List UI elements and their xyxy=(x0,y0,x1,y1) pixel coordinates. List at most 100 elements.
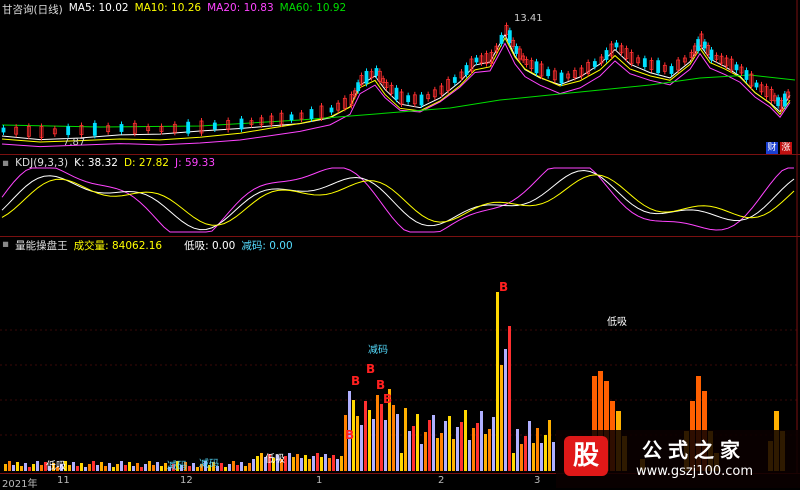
kdj-collapse-icon[interactable]: ▪ xyxy=(2,157,9,169)
dixi-signal-label: 低吸 xyxy=(265,454,285,465)
volume-bar xyxy=(32,464,35,471)
volume-bar xyxy=(296,454,299,471)
volume-bar xyxy=(104,466,107,471)
volume-bar xyxy=(300,458,303,471)
volume-bar xyxy=(476,423,479,471)
volume-bar xyxy=(512,453,515,471)
volume-bar xyxy=(96,465,99,471)
candle-body xyxy=(604,50,609,60)
volume-bar xyxy=(256,456,259,471)
volume-bar xyxy=(364,401,367,471)
volume-bar xyxy=(412,426,415,471)
volume-bar xyxy=(520,444,523,471)
candle-body xyxy=(534,61,539,74)
volume-bar xyxy=(508,326,511,471)
candle-body xyxy=(669,66,674,74)
candle-body xyxy=(559,72,564,84)
volume-bar xyxy=(260,453,263,471)
volume-bar xyxy=(304,455,307,471)
volume-bar xyxy=(188,466,191,471)
candle-body xyxy=(309,109,314,119)
volume-indicator-name[interactable]: 量能操盘王 xyxy=(15,238,68,253)
candle-body xyxy=(212,122,217,130)
candle-body xyxy=(734,64,739,71)
volume-bar xyxy=(408,431,411,471)
candle-body xyxy=(406,95,411,103)
volume-bar xyxy=(128,462,131,471)
volume-panel-header: ▪ 量能操盘王 成交量: 84062.16 低吸: 0.00 减码: 0.00 xyxy=(2,238,293,253)
candle-body xyxy=(464,65,469,75)
candle-body xyxy=(394,87,399,100)
high-price-label: 13.41 xyxy=(514,13,543,24)
volume-bar xyxy=(124,465,127,471)
candle-body xyxy=(364,70,369,84)
buy-signal-label: B xyxy=(383,392,393,406)
candle-body xyxy=(1,127,6,133)
volume-bar xyxy=(72,462,75,471)
volume-bar xyxy=(292,457,295,471)
volume-bar xyxy=(484,434,487,471)
volume-bar xyxy=(144,464,147,471)
volume-bar xyxy=(392,405,395,471)
volume-bar xyxy=(108,463,111,471)
volume-bar xyxy=(308,459,311,471)
jianma-signal-label: 减码 xyxy=(199,459,219,470)
volume-collapse-icon[interactable]: ▪ xyxy=(2,238,9,253)
volume-bar xyxy=(488,429,491,471)
volume-bar xyxy=(404,408,407,471)
candle-body xyxy=(289,114,294,121)
kdj-panel-divider xyxy=(0,236,800,237)
volume-bar xyxy=(516,429,519,471)
volume-bar xyxy=(156,462,159,471)
volume-bar xyxy=(400,453,403,471)
volume-bar xyxy=(76,466,79,471)
finance-badge[interactable]: 财 xyxy=(766,142,778,154)
volume-bar xyxy=(224,467,227,471)
low-price-label: 7.87 xyxy=(63,137,86,148)
kdj-j-line xyxy=(1,167,794,233)
volume-bar xyxy=(112,467,115,471)
candle-body xyxy=(329,107,334,113)
kdj-name[interactable]: KDJ(9,3,3) xyxy=(15,157,68,169)
volume-bar xyxy=(16,462,19,471)
buy-signal-label: B xyxy=(345,428,355,442)
candle-body xyxy=(374,68,379,76)
volume-bar xyxy=(88,464,91,471)
volume-bar xyxy=(148,461,151,471)
candle-body xyxy=(782,93,787,107)
candle-body xyxy=(474,57,479,63)
volume-bar xyxy=(340,456,343,471)
candle-body xyxy=(507,30,512,44)
volume-bar xyxy=(40,465,43,471)
volume-bar xyxy=(540,443,543,471)
volume-bar xyxy=(312,456,315,471)
candle-body xyxy=(696,39,701,51)
volume-bar xyxy=(4,464,7,471)
kdj-k-value: K: 38.32 xyxy=(74,157,118,169)
volume-bar xyxy=(332,455,335,471)
volume-bar xyxy=(552,442,555,471)
dixi-value: 低吸: 0.00 xyxy=(184,240,236,252)
volume-bar xyxy=(416,414,419,471)
rise-badge[interactable]: 涨 xyxy=(780,142,792,154)
volume-bar xyxy=(248,463,251,471)
volume-bar xyxy=(316,453,319,471)
volume-bar xyxy=(396,414,399,471)
candle-body xyxy=(66,126,71,136)
candle-body xyxy=(744,70,749,80)
xaxis-label-nov: 11 xyxy=(57,475,70,486)
volume-bar xyxy=(320,457,323,471)
volume-bar xyxy=(384,420,387,471)
volume-bar xyxy=(448,416,451,471)
volume-bar xyxy=(228,464,231,471)
candle-body xyxy=(356,82,361,92)
volume-bar xyxy=(36,461,39,471)
volume-bar xyxy=(432,415,435,471)
candle-body xyxy=(546,69,551,77)
volume-bar xyxy=(12,465,15,471)
dixi-signal-label: 低吸 xyxy=(46,461,66,472)
volume-bar xyxy=(328,458,331,471)
jianma-signal-label: 减码 xyxy=(167,461,187,472)
volume-bar xyxy=(436,438,439,471)
candle-body xyxy=(592,61,597,67)
